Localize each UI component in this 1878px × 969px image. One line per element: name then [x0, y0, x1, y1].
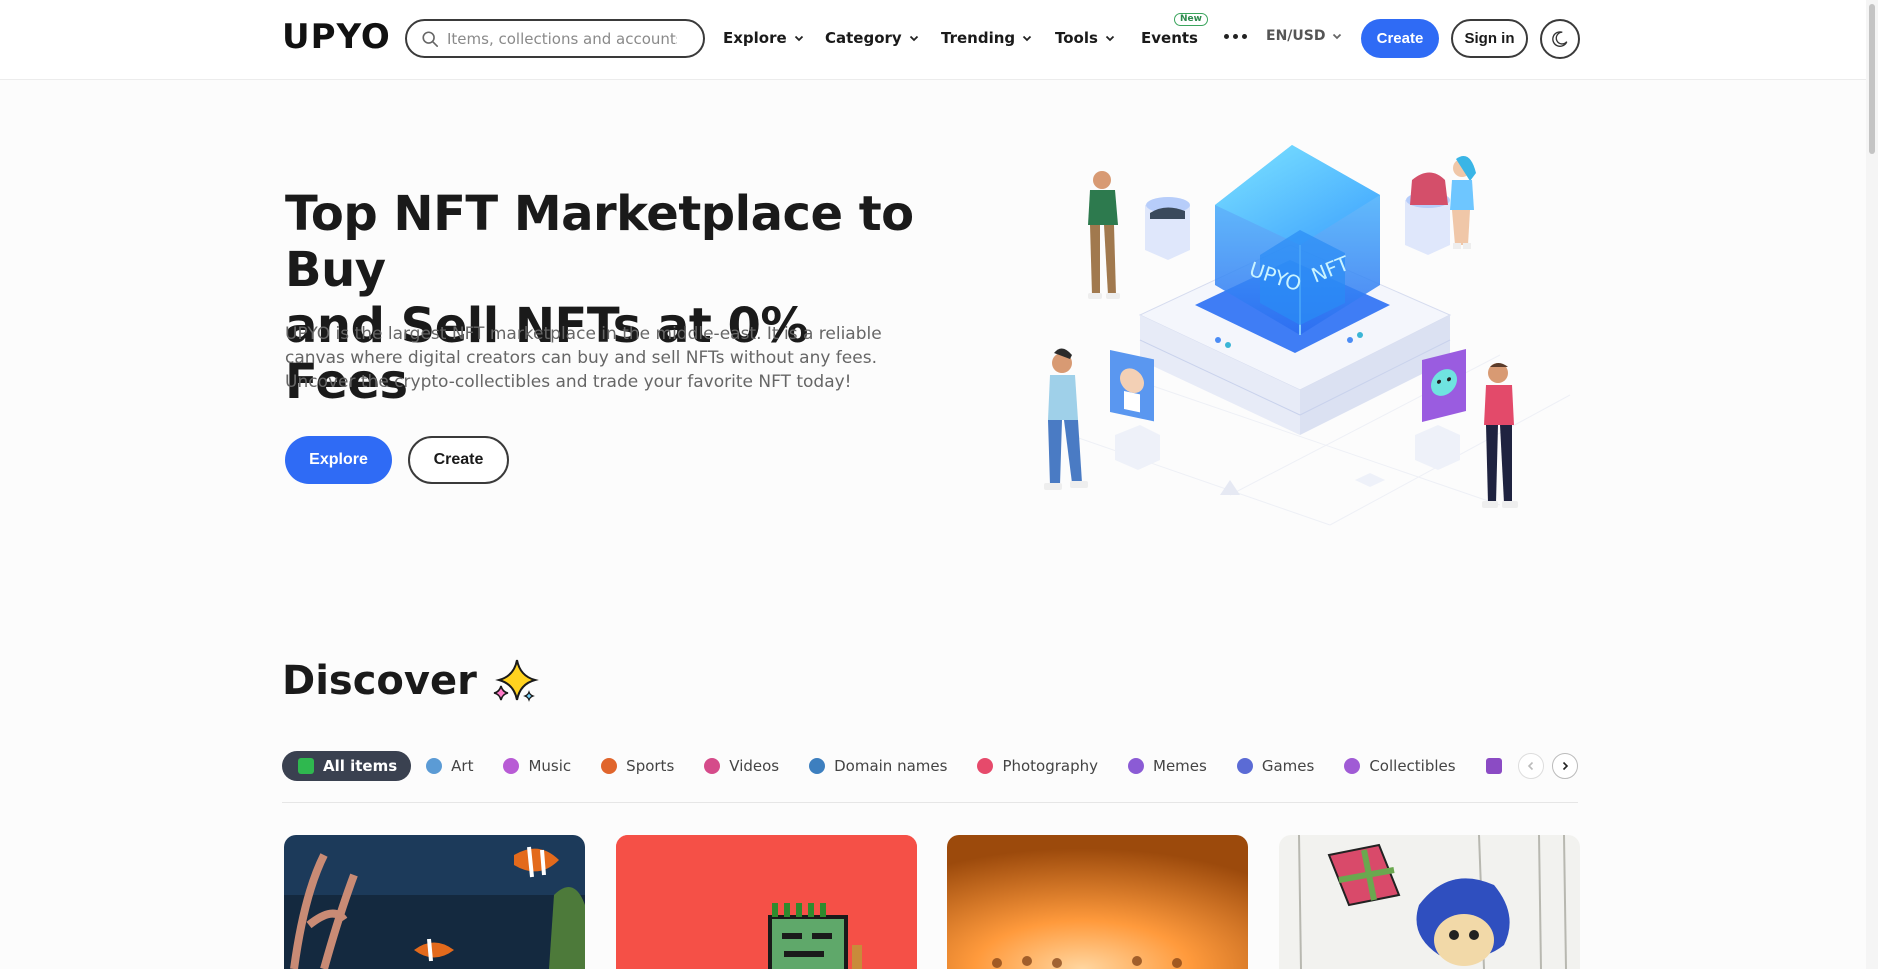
- nft-card-image[interactable]: [616, 835, 917, 969]
- hero-illustration: UPYO NFT: [1044, 145, 1571, 526]
- art-icon: [426, 758, 443, 774]
- nav-events[interactable]: Events: [1141, 26, 1198, 50]
- discover-title: Discover: [282, 658, 477, 704]
- nft-card-image[interactable]: [284, 835, 585, 969]
- chevron-right-icon: [1562, 761, 1569, 771]
- moon-icon: [1552, 31, 1568, 47]
- tab-domain-names[interactable]: Domain names: [794, 751, 962, 781]
- tab-more-partial[interactable]: [1471, 751, 1514, 781]
- sports-ball-icon: [601, 758, 618, 774]
- nav-category[interactable]: Category: [825, 26, 919, 50]
- tab-label: All items: [323, 757, 398, 775]
- nav-events-label: Events: [1141, 29, 1198, 47]
- hero-title-line-1: Top NFT Marketplace to Buy: [285, 186, 914, 298]
- globe-icon: [809, 758, 826, 774]
- tab-label: Music: [528, 757, 572, 775]
- music-icon: [503, 758, 520, 774]
- tab-videos[interactable]: Videos: [689, 751, 794, 781]
- pixel-art-image: [616, 835, 917, 969]
- tab-label: Memes: [1153, 757, 1207, 775]
- tab-music[interactable]: Music: [488, 751, 586, 781]
- tab-photography[interactable]: Photography: [962, 751, 1113, 781]
- tabs-prev-button[interactable]: [1518, 753, 1544, 779]
- tab-art[interactable]: Art: [411, 751, 488, 781]
- tabs-next-button[interactable]: [1552, 753, 1578, 779]
- memes-icon: [1128, 758, 1145, 774]
- tab-label: Photography: [1002, 757, 1099, 775]
- grid-icon: [298, 758, 314, 774]
- chevron-down-icon: [1023, 35, 1032, 42]
- nav-trending[interactable]: Trending: [941, 26, 1032, 50]
- more-icon[interactable]: [1224, 34, 1247, 39]
- chevron-down-icon: [1105, 35, 1115, 42]
- nft-card-image[interactable]: [1279, 835, 1580, 969]
- tab-games[interactable]: Games: [1222, 751, 1329, 781]
- discover-heading: Discover: [282, 656, 539, 706]
- search-box[interactable]: [405, 19, 705, 58]
- tab-label: Sports: [626, 757, 675, 775]
- tab-label: Collectibles: [1369, 757, 1456, 775]
- collectibles-icon: [1344, 758, 1361, 774]
- category-tabs: All items Art Music Sports Videos Domain…: [282, 751, 1514, 781]
- scrollbar-thumb[interactable]: [1869, 4, 1875, 154]
- nav-tools[interactable]: Tools: [1055, 26, 1115, 50]
- site-header: UPYO Explore Category Trending Tools Eve…: [0, 0, 1866, 80]
- search-icon: [422, 30, 439, 47]
- illustration-image: [1279, 835, 1580, 969]
- search-input[interactable]: [447, 29, 677, 48]
- chevron-down-icon: [794, 35, 803, 42]
- tab-sports[interactable]: Sports: [586, 751, 689, 781]
- header-create-button[interactable]: Create: [1361, 19, 1439, 58]
- chevron-down-icon: [909, 35, 918, 42]
- nav-trending-label: Trending: [941, 29, 1016, 47]
- language-label: EN/USD: [1266, 28, 1326, 44]
- sign-in-button[interactable]: Sign in: [1451, 19, 1528, 58]
- nav-explore[interactable]: Explore: [723, 26, 804, 50]
- sunset-image: [947, 835, 1248, 969]
- nav-explore-label: Explore: [723, 29, 787, 47]
- tab-all-items[interactable]: All items: [282, 751, 412, 781]
- tab-label: Games: [1261, 757, 1315, 775]
- tab-label: Art: [451, 757, 474, 775]
- tab-collectibles[interactable]: Collectibles: [1329, 751, 1470, 781]
- nav-tools-label: Tools: [1055, 29, 1098, 47]
- tab-label: Domain names: [834, 757, 948, 775]
- chevron-left-icon: [1527, 761, 1534, 771]
- videos-icon: [704, 758, 721, 774]
- nav-category-label: Category: [825, 29, 902, 47]
- aquarium-image: [284, 835, 585, 969]
- chevron-down-icon: [1333, 33, 1342, 40]
- hero-explore-button[interactable]: Explore: [285, 436, 392, 484]
- gamepad-icon: [1236, 758, 1253, 774]
- language-currency-select[interactable]: EN/USD: [1266, 28, 1342, 44]
- nft-card-image[interactable]: [947, 835, 1248, 969]
- tabs-divider: [282, 802, 1578, 803]
- tab-label: Videos: [729, 757, 780, 775]
- hero-create-button[interactable]: Create: [408, 436, 509, 484]
- hero-description: UPYO is the largest NFT marketplace in t…: [285, 324, 882, 392]
- sparkles-icon: [493, 659, 539, 702]
- tab-memes[interactable]: Memes: [1113, 751, 1222, 781]
- upyo-logo[interactable]: UPYO: [282, 20, 391, 54]
- page-scrollbar[interactable]: [1866, 0, 1878, 969]
- camera-icon: [977, 758, 994, 774]
- new-badge: New: [1174, 13, 1208, 26]
- theme-toggle-button[interactable]: [1540, 19, 1580, 59]
- card-icon: [1485, 758, 1502, 774]
